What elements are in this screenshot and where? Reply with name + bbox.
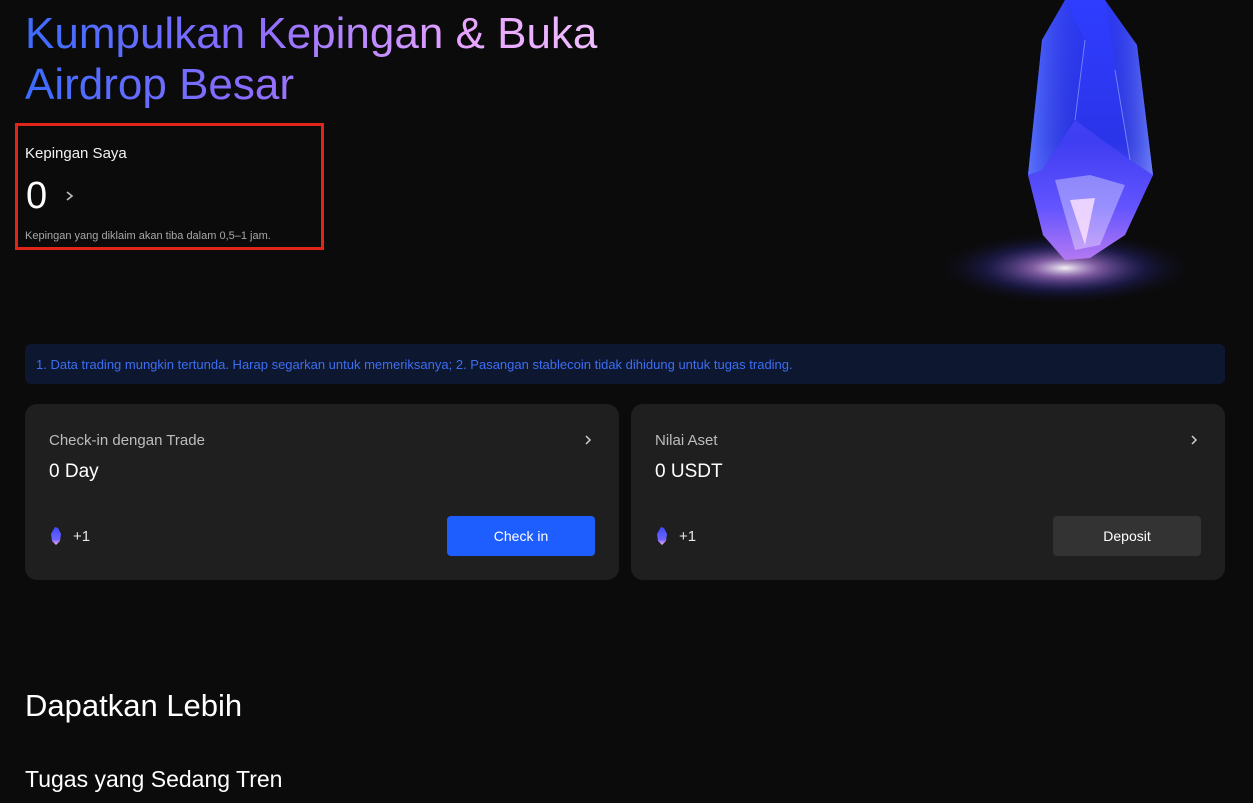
checkin-reward-amount: +1 xyxy=(73,527,91,545)
asset-value-card-value: 0 USDT xyxy=(655,461,723,482)
check-in-button[interactable]: Check in xyxy=(447,516,595,556)
chevron-right-icon[interactable] xyxy=(1189,433,1199,447)
notice-banner: 1. Data trading mungkin tertunda. Harap … xyxy=(25,344,1225,384)
my-shards-panel[interactable]: Kepingan Saya 0 Kepingan yang diklaim ak… xyxy=(15,123,324,250)
checkin-card-value: 0 Day xyxy=(49,461,99,482)
my-shards-label: Kepingan Saya xyxy=(25,145,127,162)
airdrop-page: Kumpulkan Kepingan & Buka Airdrop Besar xyxy=(0,0,1253,803)
asset-reward: +1 xyxy=(655,526,696,546)
hero-title: Kumpulkan Kepingan & Buka Airdrop Besar xyxy=(25,8,645,110)
crystal-shard-icon xyxy=(51,527,61,545)
chevron-right-icon[interactable] xyxy=(64,189,76,203)
my-shards-count: 0 xyxy=(26,175,48,217)
asset-reward-amount: +1 xyxy=(679,527,697,545)
checkin-reward: +1 xyxy=(49,526,90,546)
crystal-illustration xyxy=(930,0,1195,306)
my-shards-note: Kepingan yang diklaim akan tiba dalam 0,… xyxy=(25,230,271,242)
trending-tasks-heading: Tugas yang Sedang Tren xyxy=(25,766,283,792)
asset-value-card-title: Nilai Aset xyxy=(655,432,718,449)
earn-more-heading: Dapatkan Lebih xyxy=(25,688,243,723)
checkin-card[interactable]: Check-in dengan Trade 0 Day +1 Check in xyxy=(25,404,619,580)
deposit-button[interactable]: Deposit xyxy=(1053,516,1201,556)
crystal-shard-icon xyxy=(657,527,667,545)
checkin-card-title: Check-in dengan Trade xyxy=(49,432,205,449)
asset-value-card[interactable]: Nilai Aset 0 USDT +1 Deposit xyxy=(631,404,1225,580)
chevron-right-icon[interactable] xyxy=(583,433,593,447)
